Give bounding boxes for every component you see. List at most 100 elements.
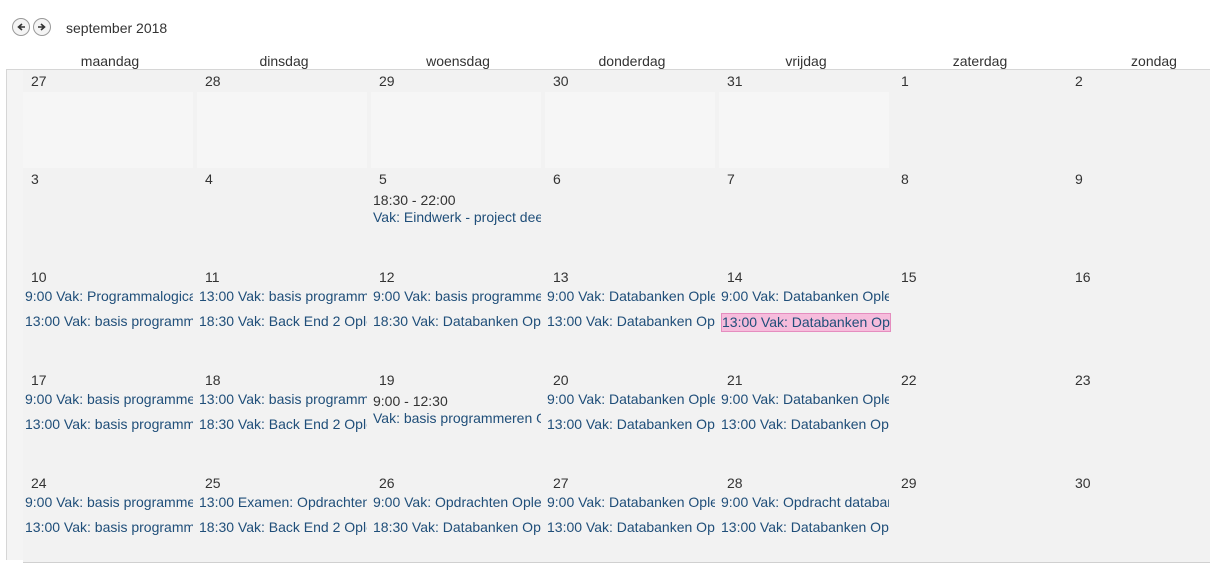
day-number[interactable]: 16 [1067,266,1210,285]
day-number[interactable]: 29 [371,70,541,89]
day-number[interactable]: 30 [1067,472,1210,491]
calendar-event[interactable]: 9:00 Vak: basis programmeren [25,494,193,510]
day-number[interactable]: 7 [719,168,889,187]
day-cell[interactable]: 21 9:00 Vak: Databanken Opleiding 13:00 Va… [719,369,893,472]
calendar-event[interactable]: 13:00 Vak: Databanken Opleiding [547,416,715,432]
calendar-event[interactable]: 13:00 Vak: basis programmeren [199,391,367,407]
calendar-event[interactable]: 9:00 Vak: Databanken Opleiding [721,391,889,407]
day-cell[interactable]: 18 13:00 Vak: basis programmeren 18:30 Vak… [197,369,371,472]
day-cell[interactable]: 22 [893,369,1067,472]
day-cell[interactable]: 25 13:00 Examen: Opdrachten 18:30 Vak: Bac… [197,472,371,562]
calendar-event[interactable]: 9:00 Vak: Databanken Opleiding [721,288,889,304]
day-cell[interactable]: 28 9:00 Vak: Opdracht databanken 13:00 Vak… [719,472,893,562]
calendar-event[interactable]: 13:00 Vak: basis programmeren [25,416,193,432]
day-number[interactable]: 17 [23,369,193,388]
calendar-event[interactable]: 13:00 Vak: Databanken Opleiding [721,519,889,535]
day-number[interactable]: 21 [719,369,889,388]
day-cell[interactable]: 24 9:00 Vak: basis programmeren 13:00 Vak:… [23,472,197,562]
calendar-event[interactable]: 13:00 Vak: basis programmeren [25,519,193,535]
day-number[interactable]: 14 [719,266,889,285]
calendar-event[interactable]: 9:00 Vak: basis programmeren [25,391,193,407]
day-cell[interactable]: 13 9:00 Vak: Databanken Opleiding 13:00 Va… [545,266,719,369]
calendar-event[interactable]: 18:30 Vak: Back End 2 Opleiding [199,313,367,329]
day-cell[interactable]: 16 [1067,266,1210,369]
day-cell[interactable]: 5 18:30 - 22:00 Vak: Eindwerk - project de… [371,168,545,266]
day-number[interactable]: 20 [545,369,715,388]
calendar-event[interactable]: 9:00 Vak: Databanken Opleiding [547,288,715,304]
day-cell[interactable]: 14 9:00 Vak: Databanken Opleiding 13:00 Va… [719,266,893,369]
calendar-event[interactable]: 18:30 Vak: Back End 2 Opleiding [199,416,367,432]
calendar-event[interactable]: 9:00 Vak: Programmalogica [25,288,193,304]
day-cell[interactable]: 6 [545,168,719,266]
day-cell[interactable]: 19 9:00 - 12:30Vak: basis programmeren Op… [371,369,545,472]
calendar-event[interactable]: Vak: basis programmeren Opleiding [373,410,541,426]
day-number[interactable]: 26 [371,472,541,491]
day-number[interactable]: 25 [197,472,367,491]
event-time-range[interactable]: 18:30 - 22:00 [373,192,541,208]
day-cell[interactable]: 15 [893,266,1067,369]
day-number[interactable]: 4 [197,168,367,187]
calendar-event[interactable]: 13:00 Vak: Databanken Opleiding [721,416,889,432]
day-cell[interactable]: 2 [1067,70,1210,168]
day-number[interactable]: 28 [719,472,889,491]
calendar-event[interactable]: Vak: Eindwerk - project deel [373,209,541,225]
day-number[interactable]: 1 [893,70,1063,89]
calendar-event[interactable]: 13:00 Examen: Opdrachten [199,494,367,510]
calendar-event[interactable]: 18:30 Vak: Back End 2 Opleiding [199,519,367,535]
day-cell[interactable]: 1 [893,70,1067,168]
day-number[interactable]: 27 [545,472,715,491]
day-number[interactable]: 22 [893,369,1063,388]
day-number[interactable]: 13 [545,266,715,285]
day-number[interactable]: 19 [371,369,541,388]
day-cell[interactable]: 10 9:00 Vak: Programmalogica 13:00 Vak: ba… [23,266,197,369]
day-cell[interactable]: 9 [1067,168,1210,266]
day-number[interactable]: 12 [371,266,541,285]
day-number[interactable]: 27 [23,70,193,89]
calendar-event[interactable]: 13:00 Vak: Databanken Opleiding [721,313,891,332]
day-cell[interactable]: 26 9:00 Vak: Opdrachten Opleiding 18:30 Va… [371,472,545,562]
day-number[interactable]: 9 [1067,168,1210,187]
day-number[interactable]: 30 [545,70,715,89]
calendar-event[interactable]: 18:30 Vak: Databanken Opleiding [373,519,541,535]
day-cell[interactable]: 28 [197,70,371,168]
day-number[interactable]: 5 [371,168,541,187]
day-number[interactable]: 3 [23,168,193,187]
calendar-event[interactable]: 13:00 Vak: Databanken Opleiding [547,519,715,535]
day-cell[interactable]: 20 9:00 Vak: Databanken Opleiding 13:00 Va… [545,369,719,472]
day-number[interactable]: 24 [23,472,193,491]
calendar-event[interactable]: 13:00 Vak: Databanken Opleiding [547,313,715,329]
calendar-event[interactable]: 9:00 Vak: basis programmeren [373,288,541,304]
day-cell[interactable]: 17 9:00 Vak: basis programmeren 13:00 Vak:… [23,369,197,472]
calendar-event[interactable]: 9:00 Vak: Databanken Opleiding [547,494,715,510]
day-number[interactable]: 28 [197,70,367,89]
event-time-range[interactable]: 9:00 - 12:30 [373,393,541,409]
day-number[interactable]: 23 [1067,369,1210,388]
day-cell[interactable]: 27 [23,70,197,168]
calendar-event[interactable]: 9:00 Vak: Opdracht databanken [721,494,889,510]
day-cell[interactable]: 8 [893,168,1067,266]
day-number[interactable]: 31 [719,70,889,89]
calendar-event[interactable]: 9:00 Vak: Databanken Opleiding [547,391,715,407]
day-cell[interactable]: 3 [23,168,197,266]
day-number[interactable]: 18 [197,369,367,388]
day-number[interactable]: 8 [893,168,1063,187]
day-cell[interactable]: 29 [371,70,545,168]
day-cell[interactable]: 29 [893,472,1067,562]
calendar-event[interactable]: 9:00 Vak: Opdrachten Opleiding [373,494,541,510]
day-cell[interactable]: 30 [1067,472,1210,562]
calendar-event[interactable]: 13:00 Vak: basis programmeren [25,313,193,329]
calendar-event[interactable]: 13:00 Vak: basis programmeren [199,288,367,304]
calendar-event[interactable]: 18:30 Vak: Databanken Opleiding [373,313,541,329]
day-number[interactable]: 15 [893,266,1063,285]
day-number[interactable]: 29 [893,472,1063,491]
day-cell[interactable]: 7 [719,168,893,266]
day-cell[interactable]: 31 [719,70,893,168]
day-cell[interactable]: 4 [197,168,371,266]
day-number[interactable]: 10 [23,266,193,285]
day-number[interactable]: 11 [197,266,367,285]
day-number[interactable]: 6 [545,168,715,187]
day-cell[interactable]: 23 [1067,369,1210,472]
day-cell[interactable]: 30 [545,70,719,168]
day-cell[interactable]: 27 9:00 Vak: Databanken Opleiding 13:00 Va… [545,472,719,562]
next-month-button[interactable] [33,18,51,36]
